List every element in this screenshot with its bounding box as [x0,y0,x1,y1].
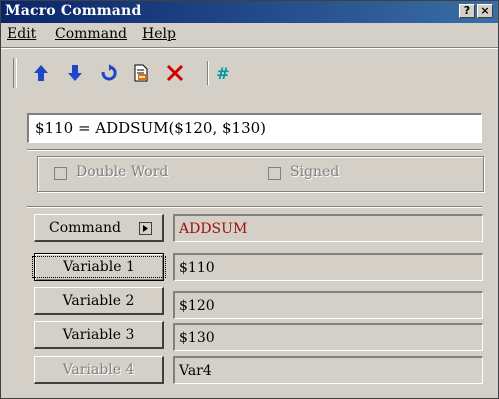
command-button[interactable]: Command [34,214,164,242]
variable-2-label: Variable 2 [62,292,135,309]
variable-1-button[interactable]: Variable 1 [32,253,166,281]
menu-edit[interactable]: Edit [7,26,36,42]
title-bar[interactable]: Macro Command ? × [1,1,498,23]
options-group: Double Word Signed [37,156,484,192]
variable-4-field[interactable]: Var4 [173,356,483,384]
macro-command-window: Macro Command ? × Edit Command Help # $1… [0,0,499,399]
window-title: Macro Command [5,3,142,19]
move-up-button[interactable] [31,63,51,83]
double-word-label: Double Word [76,164,169,180]
variable-1-label: Variable 1 [32,256,166,278]
expression-field[interactable]: $110 = ADDSUM($120, $130) [27,113,482,143]
menu-bar: Edit Command Help [1,24,498,46]
signed-label: Signed [290,164,340,180]
variable-3-button[interactable]: Variable 3 [34,321,164,349]
delete-button[interactable] [165,63,185,83]
command-arrow-icon [139,222,152,235]
signed-checkbox[interactable] [268,167,281,180]
variables-separator [27,206,482,208]
variable-4-label: Variable 4 [62,361,135,378]
menu-command[interactable]: Command [55,26,127,42]
double-word-checkbox[interactable] [54,167,67,180]
command-button-label: Command [49,219,122,236]
undo-button[interactable] [99,63,119,83]
undo-icon [101,64,117,81]
variable-2-button[interactable]: Variable 2 [34,287,164,315]
variable-2-field[interactable]: $120 [173,291,483,319]
insert-icon [134,64,148,82]
hash-icon: # [216,63,230,83]
delete-icon [166,64,184,82]
variable-3-label: Variable 3 [62,326,135,343]
expression-separator [27,149,482,151]
toolbar-grip[interactable] [13,58,17,88]
hash-button[interactable]: # [213,63,233,83]
variable-3-field[interactable]: $130 [173,323,483,351]
move-down-icon [68,65,82,81]
menu-separator [1,47,498,49]
variable-4-button: Variable 4 [34,356,164,384]
move-up-icon [34,65,48,81]
move-down-button[interactable] [65,63,85,83]
command-value-field[interactable]: ADDSUM [173,214,483,242]
insert-button[interactable] [131,63,151,83]
menu-help[interactable]: Help [142,26,176,42]
variable-1-field[interactable]: $110 [173,253,483,281]
toolbar-separator [207,61,209,85]
help-button[interactable]: ? [459,4,475,18]
close-button[interactable]: × [477,4,493,18]
